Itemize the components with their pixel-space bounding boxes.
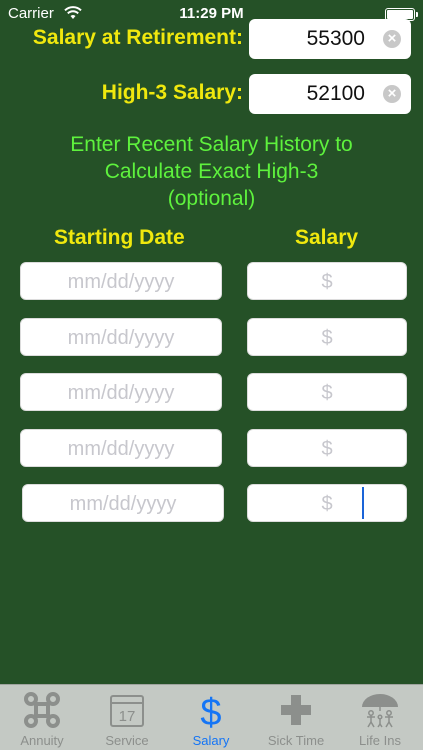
starting-date-input[interactable]: mm/dd/yyyy [20,373,222,411]
starting-date-input[interactable]: mm/dd/yyyy [22,484,224,522]
salary-at-retirement-row: Salary at Retirement: 55300 × [0,19,423,59]
tab-label: Annuity [20,733,64,748]
calendar-icon: 17 [85,691,169,729]
salary-at-retirement-input[interactable]: 55300 × [249,19,411,59]
tab-life-ins[interactable]: Life Ins [338,685,422,750]
tab-annuity[interactable]: Annuity [0,685,84,750]
tab-label: Salary [192,733,230,748]
history-row: mm/dd/yyyy $ [0,318,423,358]
instructions-line: Calculate Exact High-3 [104,160,319,183]
instructions-line: Enter Recent Salary History to [70,133,353,156]
calendar-day: 17 [119,708,136,725]
history-row: mm/dd/yyyy $ [0,262,423,302]
high3-salary-input[interactable]: 52100 × [249,74,411,114]
text-cursor [362,487,364,519]
salary-at-retirement-value: 55300 [306,27,365,50]
medical-cross-icon [254,691,338,729]
dollar-icon: $ [169,691,253,734]
tab-bar: Annuity 17 Service $ Salary Sick Time Li… [0,684,423,750]
tab-service[interactable]: 17 Service [85,685,169,750]
high3-salary-label: High-3 Salary: [101,81,243,104]
tab-label: Life Ins [359,733,401,748]
tab-salary[interactable]: $ Salary [169,685,253,750]
instructions-line: (optional) [167,187,256,210]
salary-input[interactable]: $ [247,318,407,356]
salary-input[interactable]: $ [247,262,407,300]
clear-icon[interactable]: × [383,30,401,48]
umbrella-family-icon [338,691,422,729]
salary-input[interactable]: $ [247,484,407,522]
history-row: mm/dd/yyyy $ [0,429,423,469]
instructions-text: Enter Recent Salary History to Calculate… [0,131,423,212]
tab-label: Sick Time [267,733,325,748]
starting-date-input[interactable]: mm/dd/yyyy [20,429,222,467]
clear-icon[interactable]: × [383,85,401,103]
salary-input[interactable]: $ [247,373,407,411]
tab-label: Service [105,733,149,748]
salary-at-retirement-label: Salary at Retirement: [32,26,243,49]
salary-input[interactable]: $ [247,429,407,467]
history-row: mm/dd/yyyy $ [0,484,423,524]
high3-salary-value: 52100 [306,82,365,105]
high3-salary-row: High-3 Salary: 52100 × [0,74,423,114]
tab-sick-time[interactable]: Sick Time [254,685,338,750]
starting-date-input[interactable]: mm/dd/yyyy [20,262,222,300]
salary-header: Salary [295,226,359,249]
svg-text:$: $ [200,692,221,729]
command-icon [0,691,84,729]
starting-date-header: Starting Date [54,226,185,249]
history-row: mm/dd/yyyy $ [0,373,423,413]
starting-date-input[interactable]: mm/dd/yyyy [20,318,222,356]
